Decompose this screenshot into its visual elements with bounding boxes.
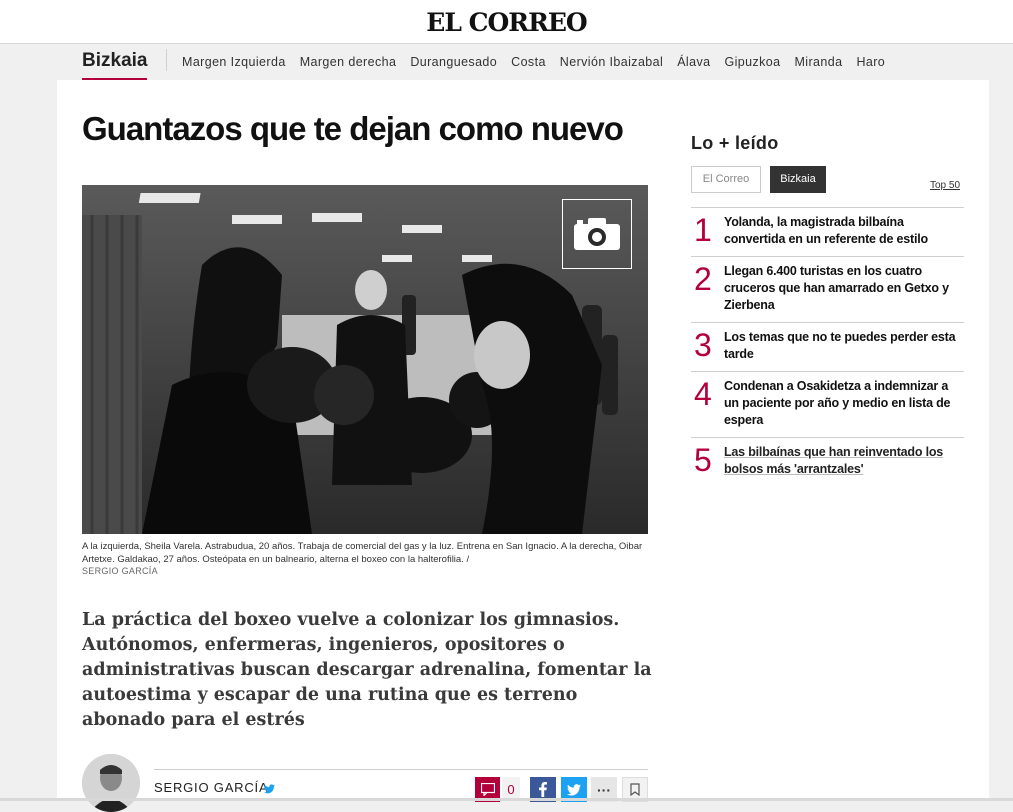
photo-caption: A la izquierda, Sheila Varela. Astrabudu…: [82, 541, 643, 565]
most-read-title: Lo + leído: [691, 133, 779, 153]
nav-link-margen-izquierda[interactable]: Margen Izquierda: [182, 55, 286, 69]
rank-headline[interactable]: Condenan a Osakidetza a indemnizar a un …: [724, 372, 964, 437]
gallery-button[interactable]: [562, 199, 632, 269]
site-logo[interactable]: EL CORREO: [0, 8, 1013, 37]
tab-bizkaia[interactable]: Bizkaia: [770, 166, 826, 193]
list-item[interactable]: 3 Los temas que no te puedes perder esta…: [691, 322, 964, 371]
author-rule: [154, 769, 648, 770]
rank-headline[interactable]: Las bilbaínas que han reinventado los bo…: [724, 438, 964, 486]
rank-number: 3: [694, 327, 712, 363]
section-divider: [166, 49, 167, 71]
facebook-icon: [539, 782, 547, 797]
section-nav: Bizkaia Margen Izquierda Margen derecha …: [0, 44, 1013, 81]
photo-credit: SERGIO GARCÍA: [82, 566, 158, 576]
most-read-list: 1 Yolanda, la magistrada bilbaína conver…: [691, 207, 964, 486]
twitter-icon: [567, 783, 581, 796]
nav-link-haro[interactable]: Haro: [856, 55, 885, 69]
nav-link-costa[interactable]: Costa: [511, 55, 546, 69]
article-headline: Guantazos que te dejan como nuevo: [82, 110, 624, 147]
author-photo: [82, 754, 140, 812]
section-links: Margen Izquierda Margen derecha Durangue…: [182, 55, 885, 69]
nav-link-nervion-ibaizabal[interactable]: Nervión Ibaizabal: [560, 55, 663, 69]
site-header: EL CORREO: [0, 0, 1013, 44]
article-photo[interactable]: [82, 185, 648, 534]
section-title[interactable]: Bizkaia: [82, 50, 148, 81]
list-item[interactable]: 5 Las bilbaínas que han reinventado los …: [691, 437, 964, 486]
comment-icon: [480, 783, 495, 796]
author-name[interactable]: SERGIO GARCÍA: [154, 780, 268, 795]
list-item[interactable]: 1 Yolanda, la magistrada bilbaína conver…: [691, 207, 964, 256]
nav-link-margen-derecha[interactable]: Margen derecha: [300, 55, 397, 69]
bookmark-icon: [630, 783, 640, 796]
article-lead: La práctica del boxeo vuelve a colonizar…: [82, 610, 652, 730]
nav-link-miranda[interactable]: Miranda: [794, 55, 842, 69]
rank-headline[interactable]: Los temas que no te puedes perder esta t…: [724, 323, 964, 371]
author-avatar[interactable]: [82, 754, 140, 812]
nav-link-gipuzkoa[interactable]: Gipuzkoa: [724, 55, 780, 69]
rank-number: 2: [694, 261, 712, 297]
nav-link-duranguesado[interactable]: Duranguesado: [410, 55, 497, 69]
rank-headline[interactable]: Llegan 6.400 turistas en los cuatro cruc…: [724, 257, 964, 322]
more-icon: ···: [597, 781, 611, 798]
nav-link-alava[interactable]: Álava: [677, 55, 710, 69]
rank-number: 4: [694, 376, 712, 412]
rank-number: 5: [694, 442, 712, 478]
rank-number: 1: [694, 212, 712, 248]
camera-icon: [574, 218, 620, 250]
list-item[interactable]: 4 Condenan a Osakidetza a indemnizar a u…: [691, 371, 964, 437]
twitter-icon[interactable]: [264, 781, 275, 799]
tab-el-correo[interactable]: El Correo: [691, 166, 761, 193]
rank-headline[interactable]: Yolanda, la magistrada bilbaína converti…: [724, 208, 964, 256]
list-item[interactable]: 2 Llegan 6.400 turistas en los cuatro cr…: [691, 256, 964, 322]
top-50-link[interactable]: Top 50: [930, 180, 960, 191]
